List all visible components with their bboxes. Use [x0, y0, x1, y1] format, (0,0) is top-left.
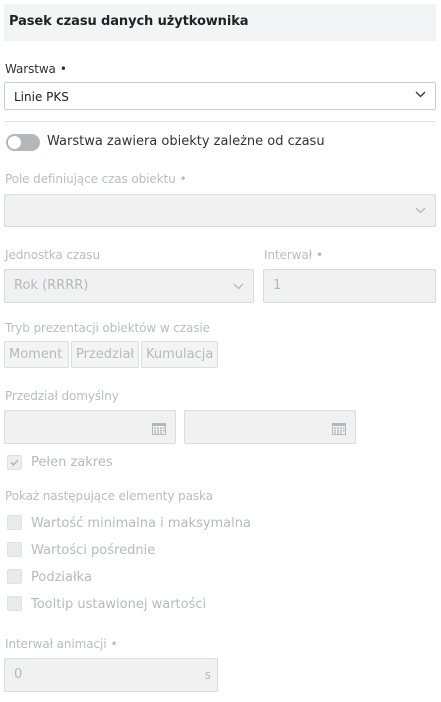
calendar-icon[interactable]	[332, 420, 346, 435]
layer-label: Warstwa •	[5, 62, 67, 76]
scale-label: Podziałka	[31, 570, 92, 585]
interval-label: Interwał •	[264, 248, 323, 262]
calendar-icon[interactable]	[152, 420, 166, 435]
layer-select[interactable]: Linie PKS	[4, 82, 436, 110]
time-unit-label: Jednostka czasu	[5, 248, 100, 262]
full-range-label: Pełen zakres	[31, 455, 113, 470]
time-dependent-toggle-label: Warstwa zawiera obiekty zależne od czasu	[47, 134, 325, 149]
required-marker: •	[179, 172, 187, 186]
interval-input[interactable]: 1	[263, 269, 436, 303]
chevron-down-icon	[233, 283, 244, 292]
panel-header: Pasek czasu danych użytkownika	[4, 4, 436, 41]
show-elements-label: Pokaż następujące elementy paska	[5, 489, 213, 503]
required-marker: •	[59, 62, 67, 76]
check-icon	[10, 459, 19, 467]
time-unit-value: Rok (RRRR)	[14, 278, 89, 293]
presentation-option-przedzial[interactable]: Przedział	[71, 341, 139, 368]
chevron-down-icon	[415, 207, 426, 216]
divider	[4, 121, 436, 122]
time-field-label: Pole definiujące czas obiektu •	[5, 172, 187, 186]
interval-value: 1	[273, 278, 282, 293]
presentation-option-moment[interactable]: Moment	[4, 341, 69, 368]
time-field-select[interactable]	[4, 194, 436, 227]
tooltip-checkbox[interactable]	[7, 596, 22, 611]
scale-checkbox[interactable]	[7, 569, 22, 584]
time-dependent-toggle[interactable]	[6, 134, 40, 151]
layer-select-value: Linie PKS	[14, 90, 69, 104]
full-range-checkbox[interactable]	[7, 455, 22, 470]
toggle-knob	[8, 136, 21, 149]
range-end-input[interactable]	[184, 410, 356, 444]
min-max-checkbox[interactable]	[7, 515, 22, 530]
time-unit-select[interactable]: Rok (RRRR)	[4, 269, 254, 303]
presentation-mode-label: Tryb prezentacji obiektów w czasie	[5, 321, 210, 335]
animation-interval-value: 0	[14, 667, 23, 682]
intermediate-values-label: Wartości pośrednie	[31, 543, 156, 558]
required-marker: •	[315, 248, 323, 262]
panel-title: Pasek czasu danych użytkownika	[9, 14, 249, 29]
default-range-label: Przedział domyślny	[5, 389, 119, 403]
animation-interval-unit: s	[204, 668, 211, 682]
required-marker: •	[110, 637, 118, 651]
animation-interval-input[interactable]: 0 s	[4, 658, 218, 692]
min-max-label: Wartość minimalna i maksymalna	[31, 516, 251, 531]
intermediate-values-checkbox[interactable]	[7, 542, 22, 557]
animation-interval-label: Interwał animacji •	[5, 637, 118, 651]
range-start-input[interactable]	[4, 410, 176, 444]
presentation-option-kumulacja[interactable]: Kumulacja	[141, 341, 218, 368]
tooltip-label: Tooltip ustawionej wartości	[31, 597, 207, 612]
chevron-down-icon	[415, 91, 426, 100]
